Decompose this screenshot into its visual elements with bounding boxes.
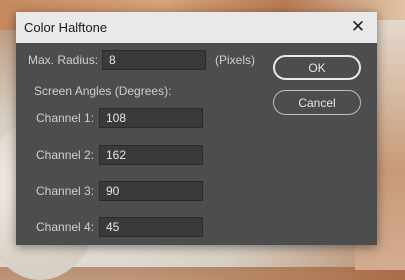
max-radius-label: Max. Radius: xyxy=(28,53,99,67)
channel-1-input[interactable] xyxy=(99,108,203,128)
screen-angles-heading: Screen Angles (Degrees): xyxy=(34,84,172,98)
dialog-title: Color Halftone xyxy=(24,20,108,35)
channel-2-label: Channel 2: xyxy=(36,148,95,162)
channel-4-input[interactable] xyxy=(99,217,203,237)
color-halftone-dialog: Color Halftone ✕ Max. Radius: (Pixels) S… xyxy=(16,12,377,245)
max-radius-input[interactable] xyxy=(102,50,206,70)
channel-3-input[interactable] xyxy=(99,181,203,201)
dialog-titlebar: Color Halftone ✕ xyxy=(16,12,377,43)
max-radius-unit: (Pixels) xyxy=(215,53,256,67)
channel-1-label: Channel 1: xyxy=(36,111,95,125)
close-icon[interactable]: ✕ xyxy=(347,16,369,38)
channel-4-label: Channel 4: xyxy=(36,220,95,234)
ok-button[interactable]: OK xyxy=(273,55,361,80)
cancel-button[interactable]: Cancel xyxy=(273,90,361,115)
channel-2-input[interactable] xyxy=(99,145,203,165)
channel-3-label: Channel 3: xyxy=(36,184,95,198)
